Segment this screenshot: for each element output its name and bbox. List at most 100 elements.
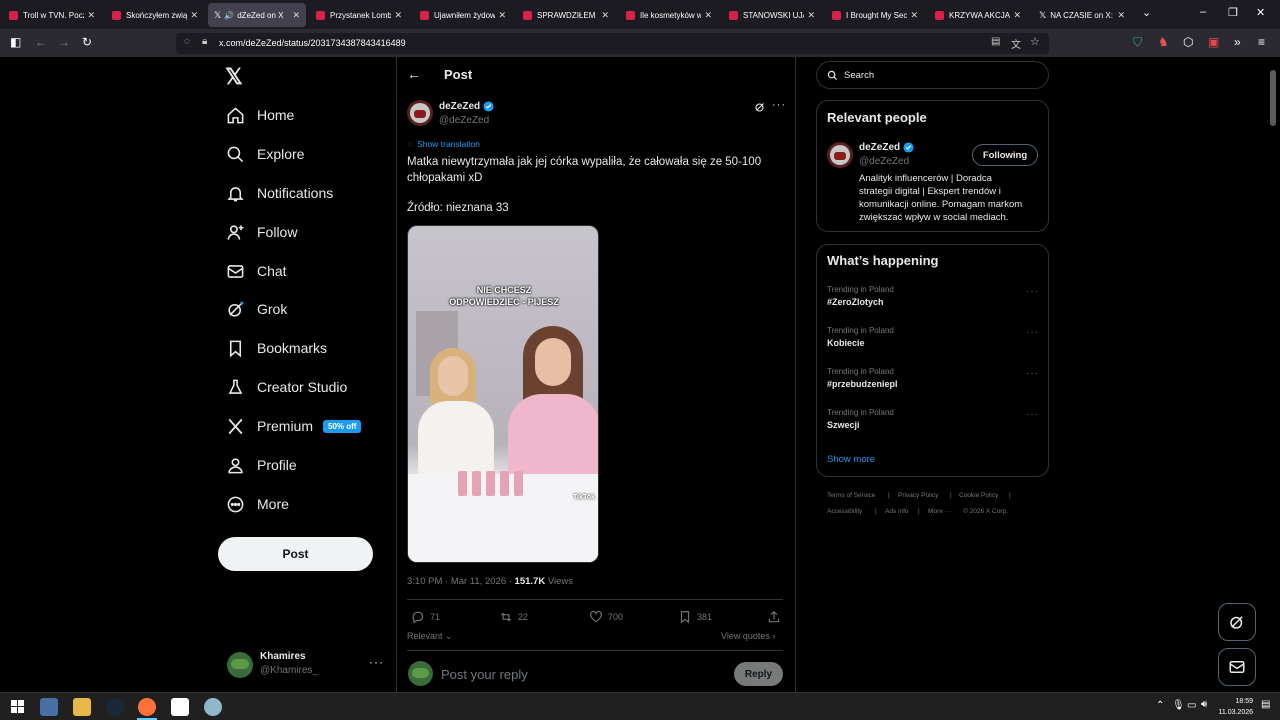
footer-accessibility-link[interactable]: Accessibility xyxy=(827,508,862,515)
show-more-link[interactable]: Show more xyxy=(827,454,875,465)
browser-tab[interactable]: I Brought My Secr ✕ xyxy=(826,3,924,27)
address-bar[interactable]: ◌ 🔒︎ x.com/deZeZed/status/20317343878434… xyxy=(176,33,1049,54)
grok-float-button[interactable] xyxy=(1218,603,1256,641)
close-tab-icon[interactable]: ✕ xyxy=(1117,10,1125,21)
close-tab-icon[interactable]: ✕ xyxy=(394,10,402,21)
trend-more-icon[interactable]: ··· xyxy=(1026,286,1039,297)
sidebar-item-more[interactable]: More xyxy=(226,489,289,519)
close-tab-icon[interactable]: ✕ xyxy=(807,10,815,21)
trend-item[interactable]: Trending in Poland #przebudzeniepl xyxy=(827,367,898,389)
sidebar-item-chat[interactable]: Chat xyxy=(226,256,287,286)
task-view-icon[interactable] xyxy=(40,698,58,716)
browser-tab[interactable]: Troll w TVN. Poczu ✕ xyxy=(3,3,101,27)
like-action[interactable]: 700 xyxy=(589,610,623,624)
footer-cookie-link[interactable]: Cookie Policy xyxy=(959,492,998,499)
close-tab-icon[interactable]: ✕ xyxy=(601,10,609,21)
footer-terms-link[interactable]: Terms of Service xyxy=(827,492,875,499)
sidebar-item-notifications[interactable]: Notifications xyxy=(226,178,333,208)
notion-icon[interactable] xyxy=(171,698,189,716)
close-tab-icon[interactable]: ✕ xyxy=(1013,10,1021,21)
browser-tab[interactable]: Przystanek Lomba ✕ xyxy=(310,3,408,27)
windows-start-icon[interactable] xyxy=(11,700,24,713)
browser-tab[interactable]: Ile kosmetyków w ✕ xyxy=(620,3,718,27)
forward-icon[interactable]: → xyxy=(58,35,70,49)
close-tab-icon[interactable]: ✕ xyxy=(190,10,198,21)
trend-more-icon[interactable]: ··· xyxy=(1026,368,1039,379)
clock[interactable]: 18:59 11.03.2026 xyxy=(1205,696,1253,718)
reply-button[interactable]: Reply xyxy=(734,662,783,686)
url-text[interactable]: x.com/deZeZed/status/2031734387843416489 xyxy=(219,38,406,48)
close-tab-icon[interactable]: ✕ xyxy=(910,10,918,21)
close-tab-icon[interactable]: ✕ xyxy=(87,10,95,21)
reply-action[interactable]: 71 xyxy=(411,610,440,624)
browser-tab[interactable]: Ujawniłem żydows ✕ xyxy=(414,3,512,27)
close-tab-icon[interactable]: ✕ xyxy=(498,10,506,21)
tray-chevron-icon[interactable]: ⌃ xyxy=(1156,700,1164,711)
reload-icon[interactable]: ↻ xyxy=(82,35,92,49)
trend-item[interactable]: Trending in Poland Kobiecie xyxy=(827,326,894,348)
repost-action[interactable]: 22 xyxy=(499,610,528,624)
author-avatar[interactable] xyxy=(407,100,433,126)
trend-item[interactable]: Trending in Poland #ZeroZlotych xyxy=(827,285,894,307)
sidebar-item-grok[interactable]: Grok xyxy=(226,294,287,324)
reply-input[interactable]: Post your reply xyxy=(441,667,528,682)
sidebar-item-bookmarks[interactable]: Bookmarks xyxy=(226,333,327,363)
network-icon[interactable]: ▭ xyxy=(1187,700,1196,711)
translate-icon[interactable]: 文 xyxy=(1011,36,1021,51)
back-icon[interactable]: ← xyxy=(35,35,47,49)
author-name[interactable]: deZeZed xyxy=(439,101,494,112)
shield-extension-icon[interactable]: ⛉ xyxy=(1133,35,1142,50)
app-menu-icon[interactable]: ≡ xyxy=(1258,35,1265,49)
minimize-icon[interactable]: – xyxy=(1200,6,1206,18)
browser-tab[interactable]: SPRAWDZIŁEM CZ✕ xyxy=(517,3,615,27)
share-action[interactable] xyxy=(767,610,786,624)
x-logo-icon[interactable]: 𝕏 xyxy=(225,64,243,90)
file-explorer-icon[interactable] xyxy=(73,698,91,716)
person-handle[interactable]: @deZeZed xyxy=(859,156,909,167)
view-quotes-link[interactable]: View quotes › xyxy=(721,631,775,641)
browser-tab[interactable]: Skończyłem związ ✕ xyxy=(106,3,204,27)
post-more-icon[interactable]: ··· xyxy=(772,99,786,111)
sidebar-toggle-icon[interactable]: ◧ xyxy=(10,35,21,49)
grok-icon[interactable] xyxy=(754,101,766,113)
account-avatar[interactable] xyxy=(227,652,253,678)
browser-tab-active[interactable]: 𝕏 🔊 dZeZed on X ✕ xyxy=(208,3,306,27)
sidebar-item-home[interactable]: Home xyxy=(226,100,294,130)
close-tab-icon[interactable]: ✕ xyxy=(704,10,712,21)
bookmark-action[interactable]: 381 xyxy=(678,610,712,624)
app-icon[interactable] xyxy=(204,698,222,716)
browser-tab[interactable]: STANOWSKI UJAW✕ xyxy=(723,3,821,27)
fox-extension-icon[interactable]: ♞ xyxy=(1158,35,1169,49)
search-box[interactable]: Search xyxy=(816,61,1049,89)
site-info-icon[interactable]: ◌ xyxy=(184,36,190,47)
overflow-chevron-icon[interactable]: » xyxy=(1234,35,1241,49)
browser-tab[interactable]: 𝕏 NA CZASIE on X: ' ✕ xyxy=(1033,3,1131,27)
back-arrow-icon[interactable]: ← xyxy=(407,66,421,82)
post-video[interactable]: NIE CHCESZ ODPOWIEDZIEĆ - PIJESZ TikTok xyxy=(407,225,599,563)
following-button[interactable]: Following xyxy=(972,144,1038,166)
sidebar-item-follow[interactable]: Follow xyxy=(226,217,297,247)
reply-sort-dropdown[interactable]: Relevant ⌄ xyxy=(407,631,453,642)
messages-float-button[interactable] xyxy=(1218,648,1256,686)
footer-privacy-link[interactable]: Privacy Policy xyxy=(898,492,938,499)
close-window-icon[interactable]: ✕ xyxy=(1256,6,1265,19)
account-menu-icon[interactable]: ··· xyxy=(369,655,384,669)
reader-view-icon[interactable]: ▤ xyxy=(991,36,1000,47)
trend-item[interactable]: Trending in Poland Szwecji xyxy=(827,408,894,430)
microphone-icon[interactable]: 🎙︎ xyxy=(1172,700,1185,711)
trend-more-icon[interactable]: ··· xyxy=(1026,409,1039,420)
footer-ads-link[interactable]: Ads info xyxy=(885,508,909,515)
bookmark-star-icon[interactable]: ☆ xyxy=(1030,35,1040,48)
sidebar-item-premium[interactable]: Premium 50% off xyxy=(226,411,362,441)
sidebar-item-profile[interactable]: Profile xyxy=(226,450,297,480)
speaker-icon[interactable]: 🔊 xyxy=(224,11,234,20)
close-tab-icon[interactable]: ✕ xyxy=(292,10,300,21)
post-button[interactable]: Post xyxy=(218,537,373,571)
sidebar-item-explore[interactable]: Explore xyxy=(226,139,304,169)
browser-tab[interactable]: KRZYWA AKCJA # ✕ xyxy=(929,3,1027,27)
person-name[interactable]: deZeZed xyxy=(859,142,914,153)
tab-list-chevron-icon[interactable]: ⌄ xyxy=(1142,6,1151,19)
extensions-icon[interactable]: ⬡ xyxy=(1183,35,1193,49)
show-translation-link[interactable]: ◌ Show translation xyxy=(408,139,480,149)
notification-center-icon[interactable]: ▤ xyxy=(1261,699,1270,710)
